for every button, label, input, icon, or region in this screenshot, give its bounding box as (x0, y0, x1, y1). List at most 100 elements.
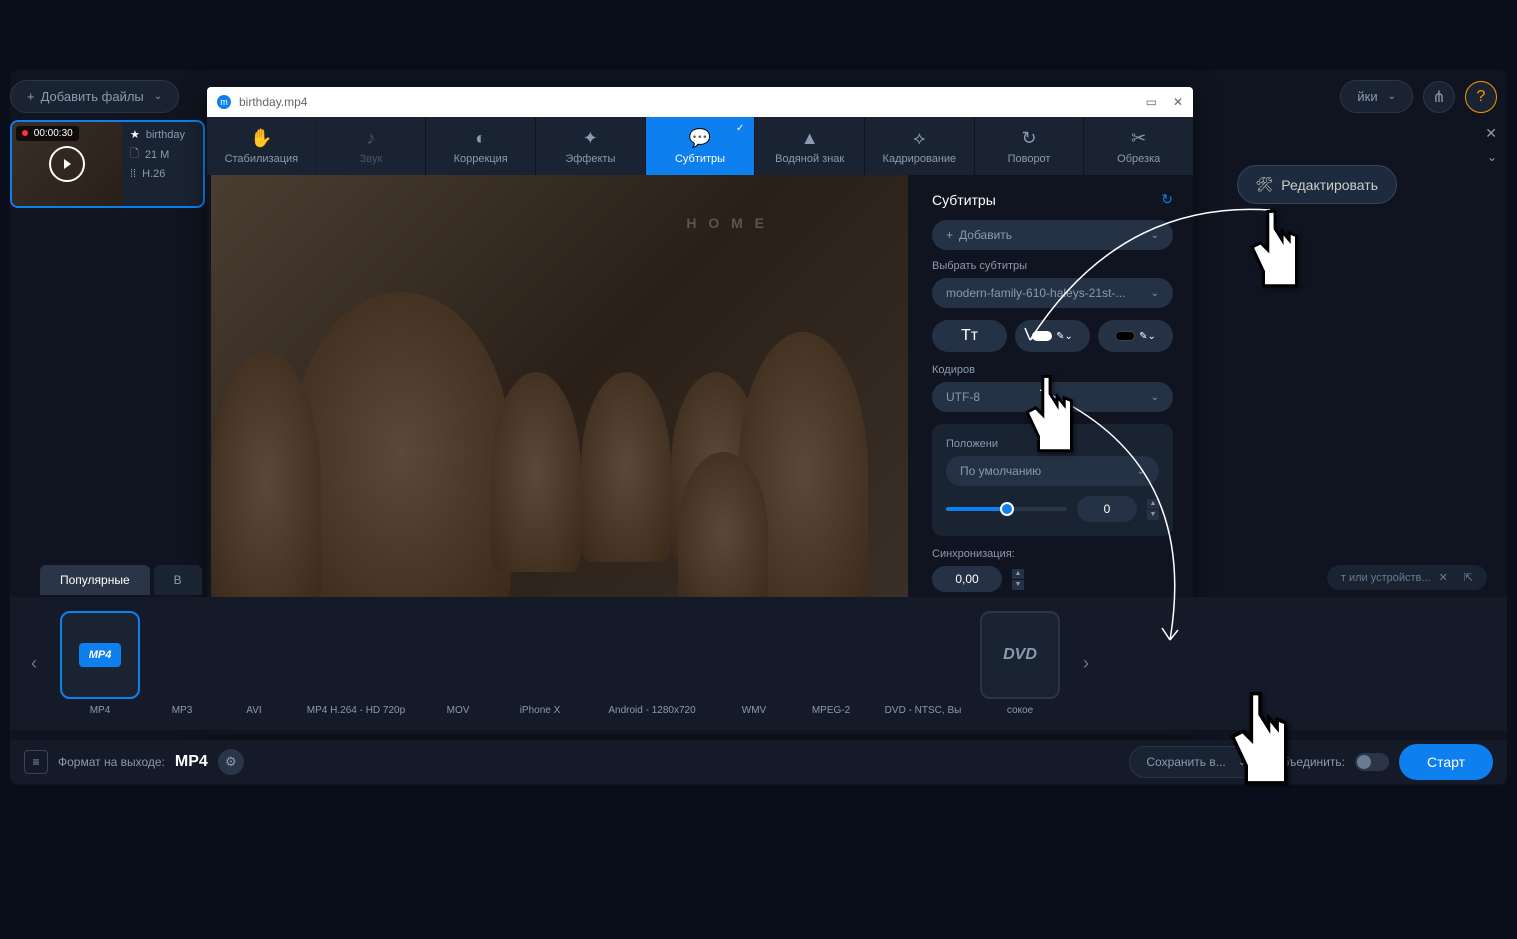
format-search[interactable]: т или устройств... ✕ ⇱ (1327, 565, 1487, 590)
tab-stabilization[interactable]: ✋ Стабилизация (207, 117, 316, 175)
tab-audio[interactable]: ♪ Звук (316, 117, 426, 175)
minimize-button[interactable]: ▭ (1146, 95, 1157, 109)
add-files-button[interactable]: + Добавить файлы ⌄ (10, 80, 179, 113)
font-button[interactable]: Tт (932, 320, 1007, 352)
format-strip: ‹ MP4 MP4 MP3 AVI MP4 H.264 - HD 720p MO… (10, 597, 1507, 730)
format-settings-button[interactable]: ⚙ (218, 749, 244, 775)
format-card-android[interactable]: Android - 1280x720 (592, 611, 712, 716)
settings-button[interactable]: йки ⌄ (1340, 80, 1413, 113)
tab-label: Стабилизация (225, 153, 299, 165)
gear-icon: ⚙ (225, 754, 237, 770)
pencil-icon: ✎⌄ (1056, 331, 1073, 342)
tab-label: Эффекты (565, 153, 615, 165)
video-preview[interactable] (211, 175, 908, 612)
tool-tabs: ✋ Стабилизация ♪ Звук ◐ Коррекция ✦ Эффе… (207, 117, 1193, 175)
tab-label: Звук (360, 153, 383, 165)
edit-button[interactable]: 🛠 Редактировать (1237, 165, 1398, 204)
tab-label: Обрезка (1117, 153, 1160, 165)
white-swatch-icon (1032, 331, 1052, 341)
merge-toggle[interactable] (1355, 753, 1389, 771)
position-panel: Положени По умолчанию ⌄ 0 ▲ ▼ (932, 424, 1173, 536)
tab-trim[interactable]: ✂ Обрезка (1083, 117, 1193, 175)
tab-label: Поворот (1008, 153, 1051, 165)
format-tab-popular[interactable]: Популярные (40, 565, 150, 595)
tab-correction[interactable]: ◐ Коррекция (425, 117, 535, 175)
expand-icon[interactable]: ⇱ (1464, 571, 1473, 584)
codec-label: H.26 (142, 168, 165, 180)
spinner-up-button[interactable]: ▲ (1147, 499, 1159, 509)
text-color-button[interactable]: ✎⌄ (1015, 320, 1090, 352)
offset-spinner: ▲ ▼ (1147, 499, 1159, 520)
rotate-icon: ↻ (1021, 128, 1036, 149)
outline-color-button[interactable]: ✎⌄ (1098, 320, 1173, 352)
tab-label: Субтитры (675, 153, 725, 165)
format-card-mp4-hd[interactable]: MP4 H.264 - HD 720p (296, 611, 416, 716)
window-title: birthday.mp4 (239, 95, 307, 109)
contrast-icon: ◐ (475, 128, 486, 149)
format-card-wmv[interactable]: WMV (724, 611, 784, 716)
tab-subtitles[interactable]: 💬 ✓ Субтитры (645, 117, 755, 175)
file-thumbnail[interactable]: 00:00:30 ★ birthday 🗋 21 М ⁞⁞ H.26 (10, 120, 205, 208)
format-card-mpeg2[interactable]: MPEG-2 (796, 611, 866, 716)
encoding-label: Кодиров (932, 364, 1173, 376)
help-icon: ? (1477, 88, 1486, 106)
format-card-mp3[interactable]: MP3 (152, 611, 212, 716)
document-icon[interactable]: ≡ (24, 750, 48, 774)
duration-badge: 00:00:30 (16, 126, 79, 141)
stamp-icon: ▲ (801, 128, 819, 149)
encoding-dropdown[interactable]: UTF-8 ⌄ (932, 382, 1173, 412)
check-icon: ✓ (736, 123, 744, 134)
selected-subtitle: modern-family-610-haleys-21st-... (946, 286, 1125, 300)
close-button[interactable]: ✕ (1173, 95, 1183, 109)
subtitle-file-dropdown[interactable]: modern-family-610-haleys-21st-... ⌄ (932, 278, 1173, 308)
scissors-icon: ✂ (1131, 128, 1146, 149)
format-card-mp4[interactable]: MP4 MP4 (60, 611, 140, 716)
tab-effects[interactable]: ✦ Эффекты (535, 117, 645, 175)
chevron-down-icon: ⌄ (1151, 392, 1159, 403)
scroll-left-button[interactable]: ‹ (20, 634, 48, 694)
scroll-right-button[interactable]: › (1072, 634, 1100, 694)
format-card-dvd[interactable]: DVD сокое (980, 611, 1060, 716)
tab-watermark[interactable]: ▲ Водяной знак (754, 117, 864, 175)
chevron-down-icon: ⌄ (1388, 91, 1396, 102)
format-card-iphone[interactable]: iPhone X (500, 611, 580, 716)
subtitle-icon: 💬 (689, 128, 711, 149)
output-format-label: Формат на выходе: (58, 755, 165, 769)
chevron-down-icon: ⌄ (1151, 230, 1159, 241)
crop-icon: ⟡ (913, 128, 925, 149)
format-tab-video[interactable]: В (154, 565, 202, 595)
spinner-down-button[interactable]: ▼ (1147, 510, 1159, 520)
save-to-button[interactable]: Сохранить в... ⌄ (1129, 746, 1263, 778)
right-header: йки ⌄ ⋔ ? (1340, 80, 1497, 113)
wrench-icon: 🛠 (1256, 176, 1274, 193)
offset-value[interactable]: 0 (1077, 496, 1137, 522)
panel-title: Субтитры (932, 192, 996, 208)
file-icon: 🗋 (130, 145, 139, 164)
chevron-down-icon: ⌄ (1238, 757, 1246, 768)
format-card-avi[interactable]: AVI (224, 611, 284, 716)
bottom-bar: ≡ Формат на выходе: MP4 ⚙ Сохранить в...… (10, 740, 1507, 784)
start-button[interactable]: Старт (1399, 744, 1493, 780)
plus-icon: + (27, 89, 35, 104)
collapse-panel-button[interactable]: ⌄ (1487, 150, 1497, 164)
encoding-value: UTF-8 (946, 390, 980, 404)
tab-rotate[interactable]: ↻ Поворот (974, 117, 1084, 175)
chevron-down-icon: ⌄ (1151, 288, 1159, 299)
close-icon[interactable]: ✕ (1439, 571, 1448, 584)
revert-button[interactable]: ↻ (1161, 191, 1173, 208)
window-controls: ▭ ✕ (1146, 95, 1183, 109)
bottom-right: Сохранить в... ⌄ Объединить: Старт (1129, 744, 1493, 780)
offset-slider[interactable] (946, 507, 1067, 511)
filesize-label: 21 М (145, 149, 169, 161)
format-card-dvd-ntsc[interactable]: DVD - NTSC, Вы (878, 611, 968, 716)
save-to-label: Сохранить в... (1146, 755, 1225, 769)
close-panel-button[interactable]: ✕ (1485, 125, 1497, 142)
format-tabs: Популярные В (10, 565, 1507, 595)
help-button[interactable]: ? (1465, 81, 1497, 113)
share-button[interactable]: ⋔ (1423, 81, 1455, 113)
black-swatch-icon (1115, 331, 1135, 341)
position-dropdown[interactable]: По умолчанию ⌄ (946, 456, 1159, 486)
add-subtitle-button[interactable]: + Добавить ⌄ (932, 220, 1173, 250)
format-card-mov[interactable]: MOV (428, 611, 488, 716)
tab-crop[interactable]: ⟡ Кадрирование (864, 117, 974, 175)
